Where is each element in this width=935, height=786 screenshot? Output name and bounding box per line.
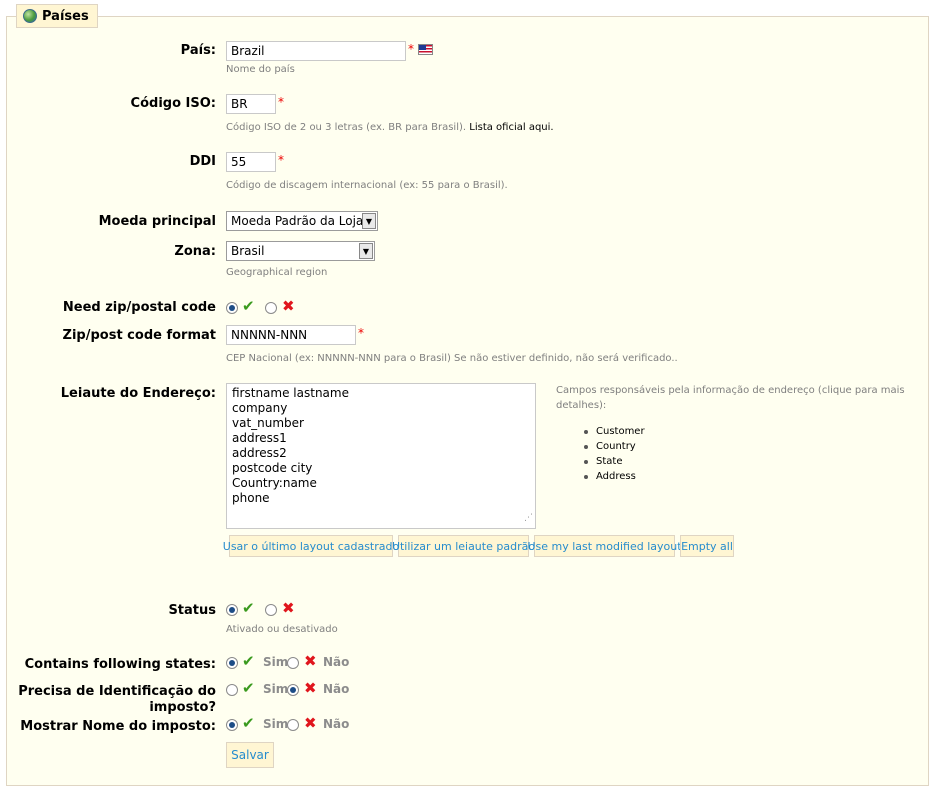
- status-on-radio[interactable]: [226, 604, 238, 616]
- zone-select[interactable]: Brasil ▼: [226, 241, 375, 261]
- yes-label: Sim: [263, 655, 289, 669]
- legend-title: Países: [42, 8, 89, 24]
- need-zip-no-radio[interactable]: [265, 302, 277, 314]
- layout-line: company: [232, 401, 288, 415]
- use-default-layout-button[interactable]: Utilizar um leiaute padrão: [392, 535, 535, 557]
- ddi-hint: Código de discagem internacional (ex: 55…: [226, 180, 508, 191]
- cross-icon: ✖: [304, 714, 317, 732]
- layout-line: Country:name: [232, 476, 317, 490]
- iso-hint-text: Código ISO de 2 ou 3 letras (ex. BR para…: [226, 122, 467, 133]
- contains-states-no-radio[interactable]: [287, 657, 299, 669]
- ddi-label: DDI: [189, 154, 216, 169]
- side-list-item-address[interactable]: Address: [584, 469, 645, 484]
- tax-id-no-radio[interactable]: [287, 684, 299, 696]
- tax-name-no-radio[interactable]: [287, 719, 299, 731]
- check-icon: ✔: [242, 714, 255, 732]
- status-off-radio[interactable]: [265, 604, 277, 616]
- iso-code-label: Código ISO:: [130, 96, 216, 111]
- iso-official-list-link[interactable]: Lista oficial aqui.: [469, 122, 553, 133]
- tax-name-yes-radio[interactable]: [226, 719, 238, 731]
- iso-code-hint: Código ISO de 2 ou 3 letras (ex. BR para…: [226, 122, 554, 133]
- empty-all-button[interactable]: Empty all: [680, 535, 734, 557]
- no-label: Não: [323, 682, 350, 696]
- zip-format-hint: CEP Nacional (ex: NNNNN-NNN para o Brasi…: [226, 353, 678, 364]
- layout-side-list: Customer Country State Address: [584, 424, 645, 484]
- currency-selected: Moeda Padrão da Loja: [231, 214, 364, 228]
- required-marker: *: [358, 326, 364, 340]
- layout-line: phone: [232, 491, 270, 505]
- zip-format-input[interactable]: NNNNN-NNN: [226, 325, 356, 345]
- address-layout-label: Leiaute do Endereço:: [60, 386, 216, 401]
- us-flag-icon[interactable]: [418, 44, 433, 55]
- required-marker: *: [408, 42, 414, 56]
- country-name-input[interactable]: Brazil: [226, 41, 406, 61]
- chevron-down-icon[interactable]: ▼: [359, 243, 373, 259]
- globe-icon: [23, 9, 37, 23]
- layout-side-description: Campos responsáveis pela informação de e…: [556, 385, 905, 411]
- layout-line: firstname lastname: [232, 386, 349, 400]
- layout-line: address1: [232, 431, 287, 445]
- contains-states-yes-radio[interactable]: [226, 657, 238, 669]
- need-zip-label: Need zip/postal code: [62, 300, 216, 315]
- required-marker: *: [278, 153, 284, 167]
- tax-name-label: Mostrar Nome do imposto:: [20, 719, 216, 734]
- country-name-label: País:: [180, 43, 216, 58]
- zone-selected: Brasil: [231, 244, 265, 258]
- status-hint: Ativado ou desativado: [226, 624, 338, 635]
- iso-code-input[interactable]: BR: [226, 94, 276, 114]
- fieldset-legend: Países: [16, 4, 98, 28]
- yes-label: Sim: [263, 717, 289, 731]
- yes-label: Sim: [263, 682, 289, 696]
- tax-id-label-line2: imposto?: [149, 700, 216, 715]
- zone-label: Zona:: [174, 244, 216, 259]
- ddi-input[interactable]: 55: [226, 152, 276, 172]
- currency-label: Moeda principal: [98, 214, 216, 229]
- check-icon: ✔: [242, 599, 255, 617]
- use-last-modified-layout-button[interactable]: Use my last modified layout: [527, 535, 682, 557]
- cross-icon: ✖: [304, 652, 317, 670]
- side-list-item-state[interactable]: State: [584, 454, 645, 469]
- status-label: Status: [168, 603, 216, 618]
- cross-icon: ✖: [282, 599, 295, 617]
- check-icon: ✔: [242, 297, 255, 315]
- cross-icon: ✖: [282, 297, 295, 315]
- tax-id-label-line1: Precisa de Identificação do: [18, 684, 216, 699]
- tax-id-yes-radio[interactable]: [226, 684, 238, 696]
- country-name-hint: Nome do país: [226, 64, 295, 75]
- resize-grip-icon[interactable]: ⋰: [524, 511, 533, 526]
- zip-format-label: Zip/post code format: [62, 328, 216, 343]
- use-last-registered-layout-button[interactable]: Usar o último layout cadastrado: [223, 535, 399, 557]
- chevron-down-icon[interactable]: ▼: [362, 213, 376, 229]
- need-zip-yes-radio[interactable]: [226, 302, 238, 314]
- save-button[interactable]: Salvar: [226, 742, 274, 768]
- currency-select[interactable]: Moeda Padrão da Loja ▼: [226, 211, 378, 231]
- check-icon: ✔: [242, 652, 255, 670]
- check-icon: ✔: [242, 679, 255, 697]
- tax-id-label: Precisa de Identificação do imposto?: [0, 684, 216, 716]
- cross-icon: ✖: [304, 679, 317, 697]
- no-label: Não: [323, 655, 350, 669]
- zone-hint: Geographical region: [226, 267, 328, 278]
- no-label: Não: [323, 717, 350, 731]
- required-marker: *: [278, 95, 284, 109]
- address-layout-textarea[interactable]: firstname lastname company vat_number ad…: [226, 383, 536, 529]
- layout-line: address2: [232, 446, 287, 460]
- layout-line: postcode city: [232, 461, 313, 475]
- contains-states-label: Contains following states:: [24, 657, 216, 672]
- layout-line: vat_number: [232, 416, 304, 430]
- side-list-item-customer[interactable]: Customer: [584, 424, 645, 439]
- side-list-item-country[interactable]: Country: [584, 439, 645, 454]
